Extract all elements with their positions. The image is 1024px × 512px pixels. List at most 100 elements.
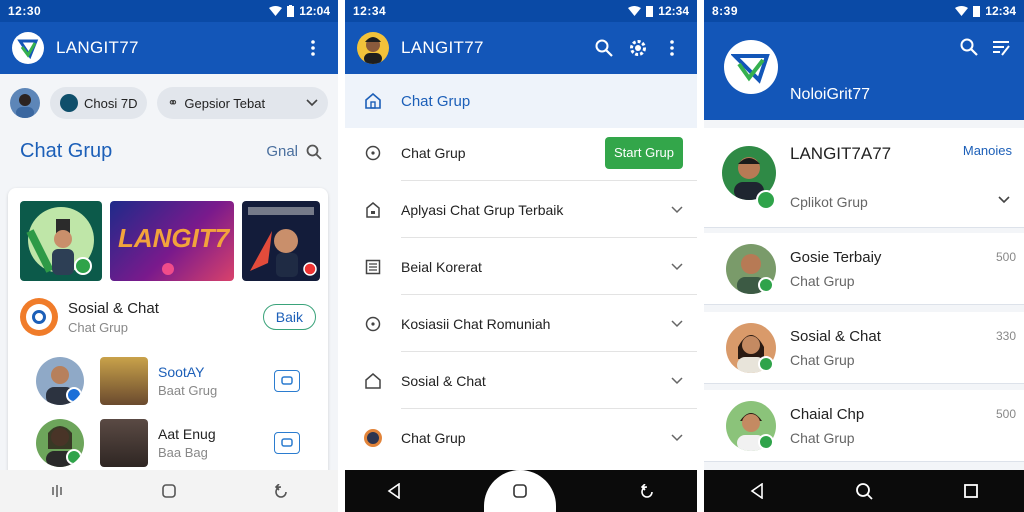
- filter-row: Chosi 7D ⚭ Gepsior Tebat: [10, 84, 328, 122]
- chat-row[interactable]: Sosial & Chat Chat Grup 330: [704, 312, 1024, 384]
- app-bar: LANGIT77: [345, 22, 697, 74]
- list-item-main[interactable]: Sosial & Chat Chat Grup Baik: [8, 294, 328, 340]
- overflow-menu-icon[interactable]: [300, 35, 326, 61]
- status-clock: 12:34: [985, 4, 1016, 18]
- chevron-down-icon: [671, 205, 683, 213]
- thumbnail-poster[interactable]: [242, 201, 320, 281]
- status-time: 12:30: [8, 4, 42, 18]
- screen-chats: 8:39 12:34 NoloiGrit77 LANGIT7A77 Manoie…: [704, 0, 1024, 512]
- message-button[interactable]: [274, 432, 300, 454]
- back-icon[interactable]: [273, 484, 289, 498]
- online-badge-icon: [758, 277, 774, 293]
- row-2-title: Aat Enug: [158, 426, 216, 442]
- rotate-icon[interactable]: [639, 484, 655, 498]
- chip-globe-icon: [60, 94, 78, 112]
- search-icon[interactable]: [960, 38, 978, 56]
- thumbnail-banner[interactable]: LANGIT7: [110, 201, 234, 281]
- home-icon: [365, 372, 381, 389]
- menu-item-label: Chat Grup: [401, 429, 466, 446]
- system-nav-bar: [345, 470, 697, 512]
- gear-icon[interactable]: [625, 35, 651, 61]
- menu-item-chat-grup-2[interactable]: Chat Grup: [345, 409, 697, 466]
- overview-icon[interactable]: [964, 484, 979, 498]
- app-logo-icon: [724, 40, 778, 94]
- battery-icon: [973, 6, 981, 17]
- document-icon: [365, 259, 381, 274]
- online-badge-icon: [758, 434, 774, 450]
- avatar: [36, 357, 84, 405]
- menu-header-label: Chat Grup: [401, 92, 471, 110]
- avatar: [36, 419, 84, 467]
- list-item[interactable]: Aat Enug Baa Bag: [8, 416, 328, 470]
- search-icon[interactable]: [591, 35, 617, 61]
- screen-home: 12:30 12:04 LANGIT77 Chosi 7D ⚭ Gepsior …: [0, 0, 338, 512]
- chip-chosi-label: Chosi 7D: [84, 95, 138, 111]
- chevron-down-icon: [671, 319, 683, 327]
- thumbnail-strip: LANGIT7: [20, 201, 320, 281]
- menu-item-chat-grup[interactable]: Chat Grup Start Grup: [345, 124, 697, 181]
- baik-button[interactable]: Baik: [262, 304, 316, 330]
- status-icons: 12:34: [955, 4, 1016, 18]
- online-badge-icon: [66, 387, 82, 403]
- chat-meta: 330: [995, 329, 1016, 343]
- start-grup-button[interactable]: Start Grup: [605, 136, 683, 169]
- chevron-down-icon: [671, 262, 683, 270]
- section-action-link[interactable]: Gnal: [266, 143, 298, 160]
- screen-menu: 12:34 12:34 LANGIT77 Chat Grup Chat Grup…: [345, 0, 697, 512]
- menu-item-aplikasi[interactable]: Aplyasi Chat Grup Terbaik: [345, 181, 697, 238]
- menu-item-label: Sosial & Chat: [401, 372, 486, 389]
- home-icon: [365, 93, 381, 109]
- chat-subtitle: Chat Grup: [790, 352, 855, 368]
- home-button[interactable]: [483, 470, 556, 512]
- back-icon[interactable]: [387, 483, 401, 499]
- message-button[interactable]: [274, 370, 300, 392]
- search-icon[interactable]: [306, 144, 322, 160]
- chat-title: Sosial & Chat: [790, 328, 881, 345]
- online-badge-icon: [756, 190, 776, 210]
- profile-avatar[interactable]: [357, 32, 389, 64]
- group-thumbnail: [100, 357, 148, 405]
- chevron-down-icon: [306, 99, 318, 107]
- recent-apps-icon[interactable]: [49, 484, 65, 498]
- compose-icon[interactable]: [992, 38, 1010, 56]
- menu-item-beial[interactable]: Beial Korerat: [345, 238, 697, 295]
- menu-item-label: Aplyasi Chat Grup Terbaik: [401, 201, 564, 218]
- home-icon[interactable]: [162, 484, 176, 498]
- menu-item-label: Beial Korerat: [401, 258, 482, 275]
- top-card-title: LANGIT7A77: [790, 144, 892, 163]
- brand-badge-icon: [20, 298, 58, 336]
- list-item[interactable]: SootAY Baat Grug: [8, 354, 328, 408]
- profile-avatar[interactable]: [10, 88, 40, 118]
- back-icon[interactable]: [750, 483, 764, 499]
- status-bar: 12:34 12:34: [345, 0, 697, 22]
- chat-subtitle: Chat Grup: [790, 273, 855, 289]
- app-bar: LANGIT77: [0, 22, 338, 74]
- menu-item-label: Kosiasii Chat Romuniah: [401, 315, 551, 332]
- wifi-icon: [628, 6, 642, 16]
- system-nav-bar: [704, 470, 1024, 512]
- chip-chosi[interactable]: Chosi 7D: [50, 87, 148, 119]
- chat-bubble-icon: [281, 438, 293, 447]
- chip-dropdown[interactable]: ⚭ Gepsior Tebat: [157, 87, 328, 119]
- item-main-title: Sosial & Chat: [68, 299, 159, 317]
- status-time: 12:34: [353, 4, 387, 18]
- menu-header-chat-grup[interactable]: Chat Grup: [345, 74, 697, 128]
- top-chat-card[interactable]: LANGIT7A77 Manoies Cplikot Grup: [704, 128, 1024, 228]
- system-nav-bar: [0, 470, 338, 512]
- chip-dropdown-label: Gepsior Tebat: [184, 95, 266, 111]
- chat-row[interactable]: Gosie Terbaiy Chat Grup 500: [704, 233, 1024, 305]
- thumbnail-person[interactable]: [20, 201, 102, 281]
- menu-item-sosial[interactable]: Sosial & Chat: [345, 352, 697, 409]
- overflow-menu-icon[interactable]: [659, 35, 685, 61]
- chat-row[interactable]: Chaial Chp Chat Grup 500: [704, 390, 1024, 462]
- chat-title: Gosie Terbaiy: [790, 249, 882, 266]
- chevron-down-icon[interactable]: [998, 196, 1010, 204]
- search-icon[interactable]: [855, 482, 873, 500]
- manage-link[interactable]: Manoies: [963, 143, 1012, 158]
- chat-subtitle: Chat Grup: [790, 430, 855, 446]
- banner-dots-icon: [162, 263, 174, 275]
- app-title: LANGIT77: [401, 38, 484, 57]
- battery-icon: [287, 5, 295, 17]
- menu-item-komunitas[interactable]: Kosiasii Chat Romuniah: [345, 295, 697, 352]
- store-icon: [366, 201, 380, 218]
